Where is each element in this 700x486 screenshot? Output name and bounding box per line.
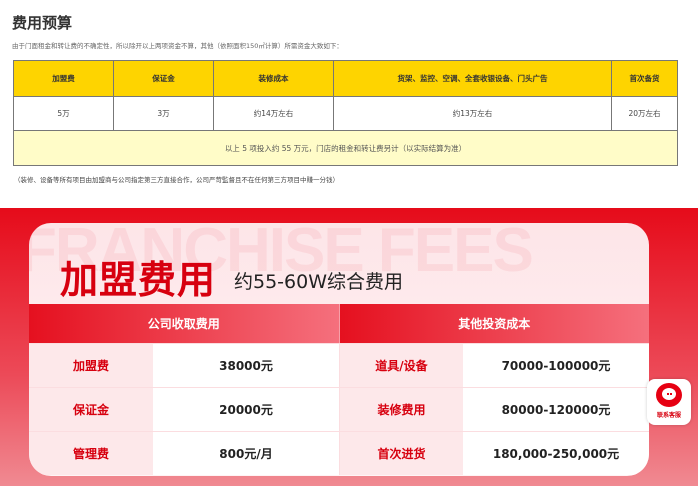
fee-row: 保证金 20000元 装修费用 80000-120000元 bbox=[29, 387, 649, 431]
cell: 5万 bbox=[13, 96, 114, 131]
header-cell: 首次备货 bbox=[611, 60, 678, 97]
header-cell: 保证金 bbox=[113, 60, 214, 97]
fee-label: 加盟费 bbox=[29, 344, 153, 387]
fee-grid: 公司收取费用 其他投资成本 加盟费 38000元 道具/设备 70000-100… bbox=[29, 304, 649, 475]
chat-bubble-icon bbox=[656, 383, 682, 407]
fee-header-row: 公司收取费用 其他投资成本 bbox=[29, 304, 649, 343]
fee-label: 道具/设备 bbox=[339, 344, 463, 387]
cell: 3万 bbox=[113, 96, 214, 131]
page-title: 费用预算 bbox=[12, 14, 73, 32]
cell: 20万左右 bbox=[611, 96, 678, 131]
fee-value: 80000-120000元 bbox=[463, 388, 649, 431]
fee-row: 管理费 800元/月 首次进货 180,000-250,000元 bbox=[29, 431, 649, 475]
summary-row: 以上 5 项投入约 55 万元，门店的租金和转让费另计（以实际结算为准） bbox=[13, 130, 678, 166]
table-header-row: 加盟费 保证金 装修成本 货架、监控、空调、全套收银设备、门头广告 首次备货 bbox=[13, 60, 678, 97]
fee-label: 管理费 bbox=[29, 432, 153, 475]
column-header: 公司收取费用 bbox=[29, 304, 339, 343]
note: （装修、设备等所有项目由加盟商与公司指定第三方直接合作，公司严苛監督且不在任何第… bbox=[14, 176, 339, 184]
header-cell: 加盟费 bbox=[13, 60, 114, 97]
contact-support-label: 联系客服 bbox=[656, 412, 681, 419]
fee-card: FRANCHISE FEES 加盟费用 约55-60W综合费用 公司收取费用 其… bbox=[29, 223, 649, 476]
fee-value: 70000-100000元 bbox=[463, 344, 649, 387]
table-row: 5万 3万 约14万左右 约13万左右 20万左右 bbox=[13, 96, 678, 131]
fee-value: 20000元 bbox=[153, 388, 339, 431]
budget-table: 加盟费 保证金 装修成本 货架、监控、空调、全套收银设备、门头广告 首次备货 5… bbox=[13, 60, 678, 166]
description: 由于门面租金和转让费的不确定性，所以除开以上两项资金不算，其他（依照面积150㎡… bbox=[12, 42, 343, 50]
cell: 约13万左右 bbox=[333, 96, 612, 131]
header-cell: 货架、监控、空调、全套收银设备、门头广告 bbox=[333, 60, 612, 97]
fee-subtitle: 约55-60W综合费用 bbox=[234, 271, 403, 293]
summary-cell: 以上 5 项投入约 55 万元，门店的租金和转让费另计（以实际结算为准） bbox=[13, 130, 678, 166]
fee-label: 保证金 bbox=[29, 388, 153, 431]
header-cell: 装修成本 bbox=[213, 60, 334, 97]
fee-label: 装修费用 bbox=[339, 388, 463, 431]
fee-value: 38000元 bbox=[153, 344, 339, 387]
fee-title: 加盟费用 bbox=[60, 258, 217, 302]
fee-value: 800元/月 bbox=[153, 432, 339, 475]
fee-label: 首次进货 bbox=[339, 432, 463, 475]
fee-value: 180,000-250,000元 bbox=[463, 432, 649, 475]
cell: 约14万左右 bbox=[213, 96, 334, 131]
column-header: 其他投资成本 bbox=[338, 304, 649, 343]
contact-support-button[interactable]: 联系客服 bbox=[647, 379, 691, 425]
fee-row: 加盟费 38000元 道具/设备 70000-100000元 bbox=[29, 343, 649, 387]
